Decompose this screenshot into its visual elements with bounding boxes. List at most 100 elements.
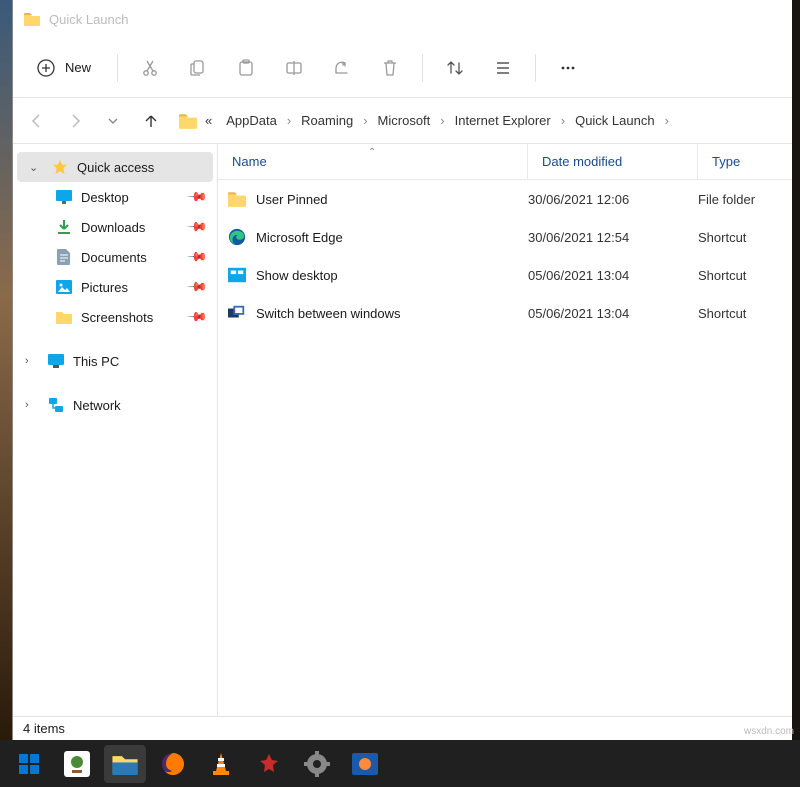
pin-icon: 📌 <box>186 306 209 329</box>
file-name: Switch between windows <box>256 306 401 321</box>
breadcrumb-item[interactable]: Quick Launch <box>569 109 661 132</box>
nav-label: Pictures <box>81 280 128 295</box>
picture-icon <box>55 278 73 296</box>
document-icon <box>55 248 73 266</box>
command-bar: New <box>13 38 792 98</box>
chevron-down-icon <box>107 115 119 127</box>
spacer <box>13 376 217 390</box>
separator <box>422 54 423 82</box>
breadcrumb-item[interactable]: Roaming <box>295 109 359 132</box>
switch-windows-icon <box>228 304 246 322</box>
separator <box>535 54 536 82</box>
titlebar[interactable]: Quick Launch <box>13 0 792 38</box>
sort-icon <box>446 59 464 77</box>
start-button[interactable] <box>8 745 50 783</box>
file-row[interactable]: Switch between windows 05/06/2021 13:04 … <box>218 294 792 332</box>
folder-icon <box>228 190 246 208</box>
file-row[interactable]: User Pinned 30/06/2021 12:06 File folder <box>218 180 792 218</box>
taskbar-app[interactable] <box>248 745 290 783</box>
file-name: Show desktop <box>256 268 338 283</box>
column-date[interactable]: Date modified <box>528 144 698 179</box>
trash-icon <box>381 59 399 77</box>
file-row[interactable]: Microsoft Edge 30/06/2021 12:54 Shortcut <box>218 218 792 256</box>
delete-button[interactable] <box>368 48 412 88</box>
rename-icon <box>285 59 303 77</box>
network-icon <box>47 396 65 414</box>
paste-icon <box>237 59 255 77</box>
taskbar-vlc[interactable] <box>200 745 242 783</box>
nav-label: Screenshots <box>81 310 153 325</box>
gear-icon <box>304 751 330 777</box>
cut-button[interactable] <box>128 48 172 88</box>
app-icon <box>64 751 90 777</box>
chevron-down-icon: ⌄ <box>29 161 43 174</box>
nav-screenshots[interactable]: Screenshots 📌 <box>13 302 217 332</box>
address-bar-row: « AppData › Roaming › Microsoft › Intern… <box>13 98 792 144</box>
monitor-icon <box>47 352 65 370</box>
nav-pictures[interactable]: Pictures 📌 <box>13 272 217 302</box>
show-desktop-icon <box>228 266 246 284</box>
paste-button[interactable] <box>224 48 268 88</box>
separator <box>117 54 118 82</box>
copy-icon <box>189 59 207 77</box>
nav-desktop[interactable]: Desktop 📌 <box>13 182 217 212</box>
breadcrumb-item[interactable]: AppData <box>220 109 283 132</box>
nav-this-pc[interactable]: › This PC <box>13 346 217 376</box>
content-area: ⌄ Quick access Desktop 📌 Downloads 📌 Doc… <box>13 144 792 716</box>
taskbar-settings[interactable] <box>296 745 338 783</box>
copy-button[interactable] <box>176 48 220 88</box>
desktop-background-edge <box>0 0 12 740</box>
rename-button[interactable] <box>272 48 316 88</box>
more-button[interactable] <box>546 48 590 88</box>
download-icon <box>55 218 73 236</box>
recent-button[interactable] <box>97 105 129 137</box>
chevron-right-icon: › <box>361 113 369 128</box>
nav-label: Documents <box>81 250 147 265</box>
spacer <box>13 332 217 346</box>
window-title: Quick Launch <box>49 12 129 27</box>
app-icon <box>257 752 281 776</box>
nav-quick-access[interactable]: ⌄ Quick access <box>17 152 213 182</box>
plus-circle-icon <box>37 59 55 77</box>
breadcrumb-item[interactable]: Internet Explorer <box>449 109 557 132</box>
sort-button[interactable] <box>433 48 477 88</box>
back-button[interactable] <box>21 105 53 137</box>
share-icon <box>333 59 351 77</box>
more-icon <box>559 59 577 77</box>
view-icon <box>494 59 512 77</box>
file-row[interactable]: Show desktop 05/06/2021 13:04 Shortcut <box>218 256 792 294</box>
column-type[interactable]: Type <box>698 144 792 179</box>
view-button[interactable] <box>481 48 525 88</box>
chevron-right-icon: › <box>25 355 39 367</box>
navigation-pane[interactable]: ⌄ Quick access Desktop 📌 Downloads 📌 Doc… <box>13 144 218 716</box>
forward-button[interactable] <box>59 105 91 137</box>
vlc-icon <box>209 751 233 777</box>
nav-label: Quick access <box>77 160 154 175</box>
arrow-left-icon <box>29 113 45 129</box>
pin-icon: 📌 <box>186 246 209 269</box>
nav-network[interactable]: › Network <box>13 390 217 420</box>
chevron-right-icon: › <box>285 113 293 128</box>
watermark: wsxdn.com <box>744 726 794 737</box>
file-type: Shortcut <box>698 306 792 321</box>
share-button[interactable] <box>320 48 364 88</box>
folder-icon <box>179 112 197 130</box>
taskbar-explorer[interactable] <box>104 745 146 783</box>
nav-label: Network <box>73 398 121 413</box>
breadcrumb-item[interactable]: Microsoft <box>372 109 437 132</box>
item-count: 4 items <box>23 721 65 736</box>
file-date: 30/06/2021 12:54 <box>528 230 698 245</box>
breadcrumb-overflow[interactable]: « <box>199 109 218 132</box>
file-type: File folder <box>698 192 792 207</box>
taskbar-app[interactable] <box>344 745 386 783</box>
file-list[interactable]: Name ⌃ Date modified Type User Pinned 30… <box>218 144 792 716</box>
taskbar[interactable] <box>0 740 800 787</box>
cut-icon <box>141 59 159 77</box>
breadcrumb[interactable]: « AppData › Roaming › Microsoft › Intern… <box>173 104 784 138</box>
nav-downloads[interactable]: Downloads 📌 <box>13 212 217 242</box>
taskbar-app[interactable] <box>56 745 98 783</box>
nav-documents[interactable]: Documents 📌 <box>13 242 217 272</box>
new-button[interactable]: New <box>21 48 107 88</box>
taskbar-firefox[interactable] <box>152 745 194 783</box>
up-button[interactable] <box>135 105 167 137</box>
